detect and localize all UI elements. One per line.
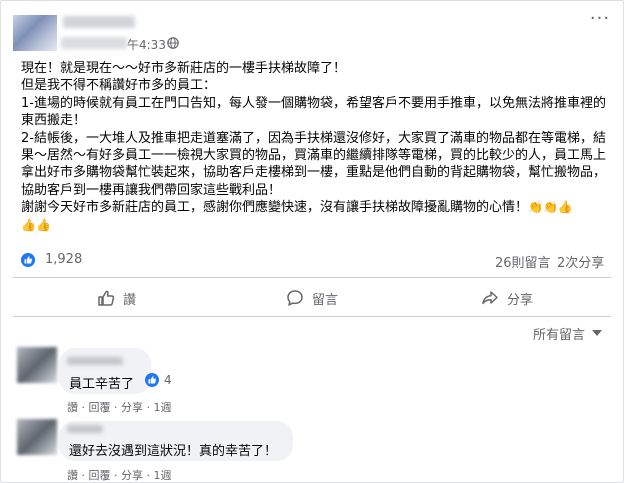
separator: ·: [81, 469, 86, 482]
share-count[interactable]: 2次分享: [557, 252, 604, 271]
post-body: 現在！就是現在～～好市多新莊店的一樓手扶梯故障了！ 但是我不得不稱讚好市多的員工…: [21, 60, 613, 234]
separator: ·: [81, 401, 86, 414]
thumbs-up-emoji: 👍: [21, 217, 36, 232]
divider: [13, 277, 611, 278]
separator: ·: [146, 469, 151, 482]
post-line: 1-進場的時候就有員工在門口告知，每人發一個購物袋，希望客戶不要用手推車，以免無…: [21, 95, 606, 129]
comment-like-link[interactable]: 讚: [67, 469, 78, 482]
post-line: 但是我不得不稱讚好市多的員工：: [21, 78, 217, 94]
separator: ·: [114, 401, 118, 414]
post-line: 👍👍: [21, 217, 613, 234]
comment-reaction-count: 4: [164, 373, 172, 387]
author-name-redacted[interactable]: [63, 16, 135, 28]
post-timestamp[interactable]: 午4:33: [127, 36, 166, 53]
comment-button[interactable]: 留言: [286, 286, 338, 310]
thumbs-up-icon: [98, 290, 115, 306]
clap-emoji: 👏: [528, 200, 543, 215]
more-options-icon[interactable]: ···: [587, 10, 613, 28]
like-button[interactable]: 讚: [97, 286, 136, 310]
post-line: 現在！就是現在～～好市多新莊店的一樓手扶梯故障了！: [21, 61, 347, 76]
like-label: 讚: [123, 292, 137, 308]
chevron-down-icon[interactable]: [592, 330, 602, 336]
comment-reply-link[interactable]: 回覆: [89, 469, 111, 482]
comment-text: 還好去沒遇到這狀況！真的幸苦了！: [69, 444, 278, 459]
commenter-name-redacted[interactable]: [67, 425, 103, 433]
like-reaction-icon[interactable]: [21, 253, 35, 267]
comment-share-link[interactable]: 分享: [121, 469, 143, 482]
reaction-count[interactable]: 1,928: [45, 252, 82, 267]
comment-time[interactable]: 1週: [154, 401, 172, 414]
share-arrow-icon: [482, 291, 498, 305]
comment-share-link[interactable]: 分享: [121, 401, 143, 414]
comment-actions: 讚 · 回覆 · 分享 · 1週: [67, 467, 172, 483]
date-redacted: [61, 37, 127, 49]
clap-emoji: 👏: [542, 200, 558, 215]
comment-reply-link[interactable]: 回覆: [89, 401, 111, 414]
comment-time[interactable]: 1週: [154, 469, 172, 482]
post-line-text: 謝謝今天好市多新莊店的員工，感謝你們應變快速，沒有讓手扶梯故障擾亂購物的心情！: [21, 200, 529, 216]
separator: ·: [146, 401, 151, 414]
comment-label: 留言: [312, 292, 339, 308]
globe-icon: [167, 37, 179, 49]
post-line: 2-結帳後，一大堆人及推車把走道塞滿了，因為手扶梯還沒修好，大家買了滿車的物品都…: [21, 130, 607, 198]
comment-like-link[interactable]: 讚: [67, 401, 78, 414]
comment-sort-dropdown[interactable]: 所有留言: [533, 324, 585, 343]
author-avatar[interactable]: [13, 15, 57, 51]
comment-text: 員工辛苦了: [69, 377, 135, 392]
comment-count[interactable]: 26則留言: [495, 252, 551, 271]
share-label: 分享: [507, 292, 534, 308]
commenter-avatar[interactable]: [17, 347, 57, 383]
comment-actions: 讚 · 回覆 · 分享 · 1週: [67, 399, 172, 415]
post-card: 午4:33 ··· 現在！就是現在～～好市多新莊店的一樓手扶梯故障了！ 但是我不…: [0, 0, 624, 483]
commenter-name-redacted[interactable]: [67, 357, 123, 365]
commenter-avatar[interactable]: [17, 419, 57, 455]
divider: [13, 316, 611, 317]
comment-icon: [287, 290, 303, 306]
thumbs-up-emoji: 👍: [35, 217, 51, 232]
share-button[interactable]: 分享: [481, 286, 533, 310]
post-line: 謝謝今天好市多新莊店的員工，感謝你們應變快速，沒有讓手扶梯故障擾亂購物的心情！👏…: [21, 199, 613, 216]
like-reaction-icon: [145, 373, 159, 387]
thumbs-up-emoji: 👍: [557, 200, 573, 215]
separator: ·: [114, 469, 118, 482]
comment-reactions[interactable]: 4: [145, 373, 172, 387]
